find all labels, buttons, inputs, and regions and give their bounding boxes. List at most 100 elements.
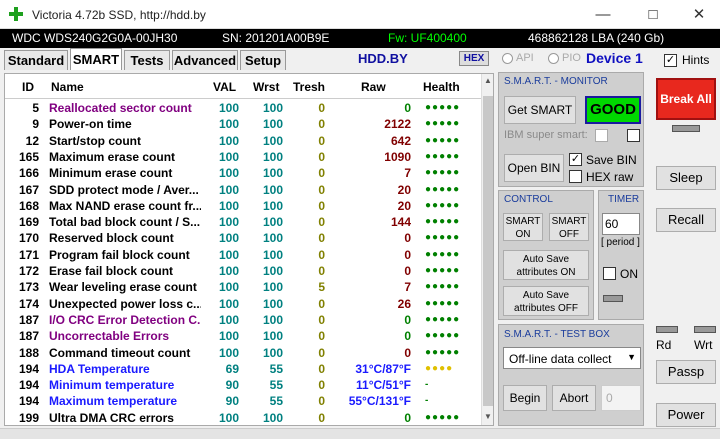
autosave-off-button[interactable]: Auto Save attributes OFF bbox=[503, 286, 589, 316]
cell-id: 194 bbox=[18, 394, 39, 409]
cell-health: ●●●●● bbox=[425, 134, 461, 146]
smart-on-button[interactable]: SMART ON bbox=[503, 213, 543, 241]
cell-wrst: 100 bbox=[262, 149, 283, 164]
pio-radio[interactable] bbox=[548, 53, 559, 64]
tab-advanced[interactable]: Advanced bbox=[172, 50, 238, 70]
table-row[interactable]: 174 Unexpected power loss c... 100 100 0 26 ●●… bbox=[5, 296, 481, 312]
ibm-checkbox-1[interactable] bbox=[595, 129, 608, 142]
scroll-thumb[interactable] bbox=[483, 96, 493, 406]
cell-name: Total bad block count / S... bbox=[49, 215, 201, 230]
table-row[interactable]: 5 Reallocated sector count 100 100 0 0 ●●●●● bbox=[5, 100, 481, 116]
table-row[interactable]: 194 Minimum temperature 90 55 0 11°C/51°F - bbox=[5, 377, 481, 393]
break-indicator bbox=[672, 125, 700, 132]
table-row[interactable]: 194 Maximum temperature 90 55 0 55°C/131°F - bbox=[5, 393, 481, 409]
cell-health: ●●●● bbox=[425, 362, 454, 374]
table-row[interactable]: 166 Minimum erase count 100 100 0 7 ●●●●● bbox=[5, 165, 481, 181]
cell-wrst: 55 bbox=[269, 361, 283, 376]
table-row[interactable]: 9 Power-on time 100 100 0 2122 ●●●●● bbox=[5, 116, 481, 132]
cell-id: 173 bbox=[18, 280, 39, 295]
cell-raw: 1090 bbox=[384, 149, 411, 164]
tab-tests[interactable]: Tests bbox=[124, 50, 170, 70]
abort-button[interactable]: Abort bbox=[552, 385, 596, 411]
cell-tresh: 0 bbox=[318, 117, 325, 132]
table-row[interactable]: 199 Ultra DMA CRC errors 100 100 0 0 ●●●●● bbox=[5, 410, 481, 425]
cell-val: 100 bbox=[218, 280, 239, 295]
cell-tresh: 5 bbox=[318, 280, 325, 295]
title-bar: Victoria 4.72b SSD, http://hdd.by — □ ✕ bbox=[0, 0, 720, 29]
cell-id: 170 bbox=[18, 231, 39, 246]
get-smart-button[interactable]: Get SMART bbox=[504, 96, 576, 124]
hddby-link[interactable]: HDD.BY bbox=[358, 51, 408, 66]
table-row[interactable]: 187 I/O CRC Error Detection C... 100 100 0 0 ●… bbox=[5, 312, 481, 328]
tab-smart[interactable]: SMART bbox=[70, 48, 122, 70]
recall-button[interactable]: Recall bbox=[656, 208, 716, 232]
table-row[interactable]: 172 Erase fail block count 100 100 0 0 ●●●●● bbox=[5, 263, 481, 279]
cell-raw: 55°C/131°F bbox=[348, 394, 411, 409]
device-selector[interactable]: Device 1 bbox=[586, 50, 643, 66]
test-type-select[interactable]: Off-line data collect ▼ bbox=[503, 347, 641, 369]
table-row[interactable]: 173 Wear leveling erase count 100 100 5 7 ●●●●… bbox=[5, 279, 481, 295]
cell-tresh: 0 bbox=[318, 166, 325, 181]
ibm-checkbox-2[interactable] bbox=[627, 129, 640, 142]
hex-button[interactable]: HEX bbox=[459, 51, 489, 66]
table-row[interactable]: 165 Maximum erase count 100 100 0 1090 ●●●●● bbox=[5, 149, 481, 165]
table-row[interactable]: 12 Start/stop count 100 100 0 642 ●●●●● bbox=[5, 133, 481, 149]
test-value-input[interactable]: 0 bbox=[601, 385, 641, 411]
smart-off-button[interactable]: SMART OFF bbox=[549, 213, 589, 241]
col-raw: Raw bbox=[361, 80, 386, 94]
scroll-down-icon[interactable]: ▼ bbox=[484, 412, 492, 421]
table-row[interactable]: 187 Uncorrectable Errors 100 100 0 0 ●●●●● bbox=[5, 328, 481, 344]
table-row[interactable]: 170 Reserved block count 100 100 0 0 ●●●●● bbox=[5, 230, 481, 246]
cell-health: ●●●●● bbox=[425, 232, 461, 244]
cell-wrst: 100 bbox=[262, 312, 283, 327]
passp-button[interactable]: Passp bbox=[656, 360, 716, 384]
timer-period-label: [ period ] bbox=[601, 237, 640, 248]
cell-wrst: 55 bbox=[269, 378, 283, 393]
api-radio[interactable] bbox=[502, 53, 513, 64]
hex-raw-checkbox[interactable] bbox=[569, 170, 582, 183]
close-icon[interactable]: ✕ bbox=[676, 0, 720, 29]
cell-health: ●●●●● bbox=[425, 313, 461, 325]
table-row[interactable]: 188 Command timeout count 100 100 0 0 ●●●●● bbox=[5, 345, 481, 361]
tab-standard[interactable]: Standard bbox=[4, 50, 68, 70]
cell-name: Reallocated sector count bbox=[49, 101, 192, 115]
sleep-button[interactable]: Sleep bbox=[656, 166, 716, 190]
power-button[interactable]: Power bbox=[656, 403, 716, 427]
cell-name: Program fail block count bbox=[49, 247, 190, 262]
table-row[interactable]: 171 Program fail block count 100 100 0 0 ●●●●● bbox=[5, 247, 481, 263]
cell-val: 69 bbox=[225, 361, 239, 376]
table-row[interactable]: 169 Total bad block count / S... 100 100 0 14… bbox=[5, 214, 481, 230]
cell-tresh: 0 bbox=[318, 215, 325, 230]
save-bin-checkbox[interactable]: ✓ bbox=[569, 153, 582, 166]
cell-name: HDA Temperature bbox=[49, 361, 150, 376]
table-row[interactable]: 168 Max NAND erase count fr... 100 100 0 20 ●●… bbox=[5, 198, 481, 214]
timer-on-checkbox[interactable] bbox=[603, 267, 616, 280]
cell-tresh: 0 bbox=[318, 231, 325, 246]
table-row[interactable]: 167 SDD protect mode / Aver... 100 100 0 20 ●●… bbox=[5, 182, 481, 198]
table-row[interactable]: 194 HDA Temperature 69 55 0 31°C/87°F ●●●● bbox=[5, 361, 481, 377]
table-scrollbar[interactable]: ▲ ▼ bbox=[481, 74, 493, 425]
minimize-icon[interactable]: — bbox=[580, 0, 626, 29]
begin-button[interactable]: Begin bbox=[503, 385, 547, 411]
col-wrst: Wrst bbox=[253, 80, 280, 94]
cell-tresh: 0 bbox=[318, 264, 325, 278]
chevron-down-icon[interactable]: ▼ bbox=[627, 352, 636, 362]
status-bar bbox=[0, 428, 720, 439]
break-all-button[interactable]: Break All bbox=[656, 78, 716, 120]
scroll-up-icon[interactable]: ▲ bbox=[484, 76, 492, 85]
timer-input[interactable]: 60 bbox=[602, 213, 640, 235]
maximize-icon[interactable]: □ bbox=[630, 0, 676, 29]
hints-label: Hints bbox=[682, 53, 710, 67]
open-bin-button[interactable]: Open BIN bbox=[504, 154, 564, 182]
drive-serial: SN: 201201A00B9E bbox=[222, 31, 330, 45]
cell-id: 194 bbox=[18, 378, 39, 393]
cell-name: Maximum erase count bbox=[49, 149, 176, 164]
cell-id: 199 bbox=[18, 410, 39, 425]
api-label: API bbox=[516, 52, 534, 64]
hints-checkbox[interactable]: ✓ bbox=[664, 54, 677, 67]
cell-name: Minimum erase count bbox=[49, 166, 173, 181]
cell-id: 172 bbox=[18, 264, 39, 278]
cell-wrst: 100 bbox=[262, 247, 283, 262]
autosave-on-button[interactable]: Auto Save attributes ON bbox=[503, 250, 589, 280]
tab-setup[interactable]: Setup bbox=[240, 50, 286, 70]
